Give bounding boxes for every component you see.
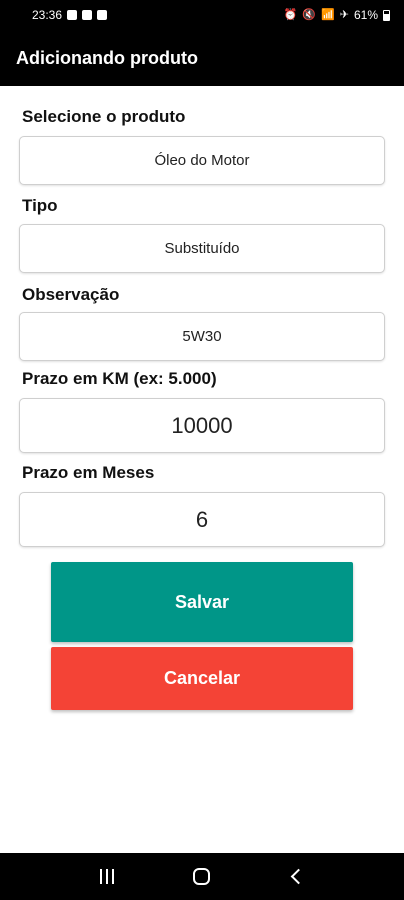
status-right: ⏰ 🔇 📶 ✈ 61% [284, 8, 390, 22]
airplane-icon: ✈ [339, 8, 349, 21]
save-button[interactable]: Salvar [51, 562, 353, 642]
recents-icon [100, 869, 115, 884]
note-label: Observação [22, 285, 120, 304]
status-time: 23:36 [32, 8, 63, 22]
back-button[interactable] [277, 857, 317, 897]
km-deadline-label: Prazo em KM (ex: 5.000) [22, 369, 217, 388]
months-deadline-input[interactable]: 6 [19, 492, 385, 547]
system-nav-bar [0, 853, 404, 900]
cancel-button[interactable]: Cancelar [51, 647, 353, 710]
km-deadline-input[interactable]: 10000 [19, 398, 385, 453]
back-icon [290, 868, 307, 885]
battery-percent: 61% [353, 8, 378, 22]
app-bar: Adicionando produto [0, 30, 404, 86]
product-select-value: Óleo do Motor [154, 152, 250, 169]
note-input-value: 5W30 [182, 328, 222, 345]
gallery-notification-icon [67, 10, 78, 20]
home-icon [193, 868, 211, 885]
home-button[interactable] [182, 857, 222, 897]
battery-icon [383, 9, 390, 21]
status-left: 23:36 [32, 8, 108, 22]
type-label: Tipo [22, 196, 58, 215]
save-button-label: Salvar [174, 591, 230, 612]
cancel-button-label: Cancelar [163, 668, 241, 688]
page-title: Adicionando produto [16, 47, 198, 68]
photo-notification-icon-2 [97, 10, 108, 20]
type-select[interactable]: Substituído [19, 224, 385, 273]
type-select-value: Substituído [164, 240, 240, 257]
photo-notification-icon [82, 10, 93, 20]
km-deadline-value: 10000 [171, 412, 233, 438]
wifi-icon: 📶 [321, 8, 335, 21]
product-select[interactable]: Óleo do Motor [19, 136, 385, 185]
status-bar: 23:36 ⏰ 🔇 📶 ✈ 61% [0, 0, 404, 30]
alarm-icon: ⏰ [283, 8, 298, 21]
note-input[interactable]: 5W30 [19, 312, 385, 361]
months-deadline-value: 6 [195, 506, 209, 532]
months-deadline-label: Prazo em Meses [22, 463, 155, 482]
product-label: Selecione o produto [22, 107, 186, 126]
recents-button[interactable] [87, 857, 127, 897]
mute-icon: 🔇 [302, 8, 317, 21]
